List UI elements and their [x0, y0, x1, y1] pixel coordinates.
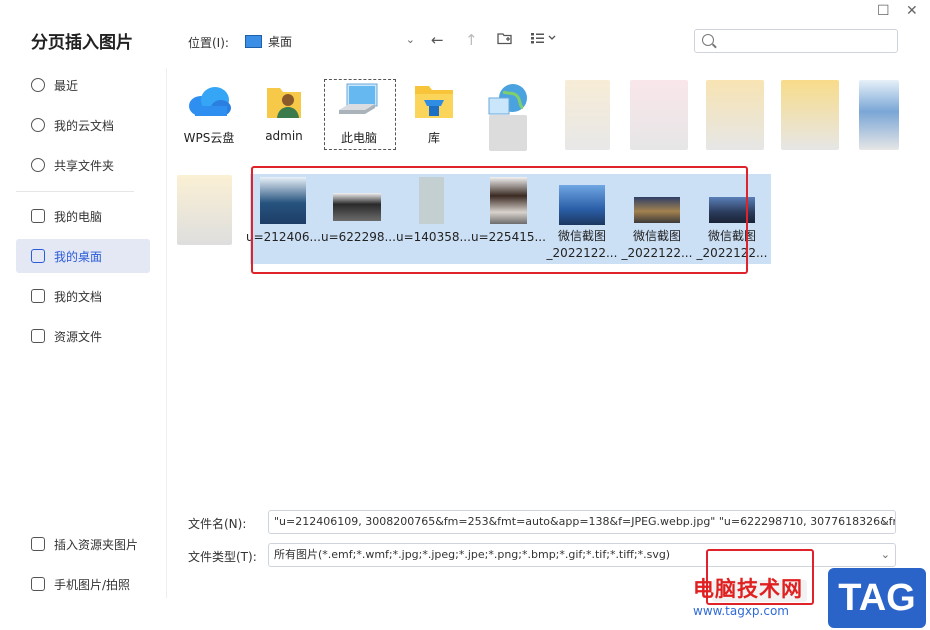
- chevron-down-icon: ⌄: [405, 33, 415, 46]
- blurred-item: [489, 115, 527, 151]
- item-label: 此电脑: [340, 131, 377, 145]
- phone-image-icon: [31, 577, 45, 591]
- blurred-item: [565, 80, 610, 150]
- sidebar-item-label: 我的桌面: [54, 249, 103, 264]
- blurred-item: [706, 80, 764, 150]
- user-folder-icon: [267, 88, 301, 118]
- grid-item-library[interactable]: 库: [399, 80, 469, 146]
- watermark-url: www.tagxp.com: [693, 604, 789, 618]
- blurred-item: [781, 80, 839, 150]
- folder-icon: [31, 329, 45, 343]
- up-arrow-icon[interactable]: ↑: [465, 31, 478, 49]
- search-icon: [702, 34, 714, 46]
- dialog-title: 分页插入图片: [31, 33, 133, 53]
- item-label: admin: [265, 129, 303, 143]
- desktop-icon: [31, 249, 45, 263]
- close-icon[interactable]: ✕: [906, 3, 918, 19]
- sidebar-item-label: 最近: [54, 78, 79, 93]
- clock-icon: [31, 78, 45, 92]
- sidebar-divider: [16, 191, 134, 192]
- grid-item-wps-cloud[interactable]: WPS云盘: [174, 80, 244, 146]
- sidebar-item-label: 我的云文档: [54, 118, 115, 133]
- sidebar-item-label: 我的文档: [54, 289, 103, 304]
- chevron-down-icon: ⌄: [880, 548, 890, 561]
- sidebar-item-label: 插入资源夹图片: [54, 537, 139, 552]
- sidebar-item-resource-files[interactable]: 资源文件: [16, 319, 150, 353]
- sidebar-item-recent[interactable]: 最近: [16, 68, 150, 102]
- phone-image-button[interactable]: 手机图片/拍照: [16, 567, 150, 601]
- filetype-value: 所有图片(*.emf;*.wmf;*.jpg;*.jpeg;*.jpe;*.pn…: [274, 548, 671, 561]
- pane-divider: [166, 68, 167, 598]
- watermark-text: 电脑技术网: [693, 577, 803, 601]
- filename-field[interactable]: "u=212406109, 3008200765&fm=253&fmt=auto…: [268, 510, 896, 534]
- sidebar-item-shared-folder[interactable]: 共享文件夹: [16, 148, 150, 182]
- library-folder-icon: [415, 86, 453, 118]
- cloud-icon: [31, 118, 45, 132]
- view-mode-icon[interactable]: [530, 31, 558, 49]
- chevron-down-icon: ⌄: [880, 515, 890, 528]
- insert-resource-folder-image-button[interactable]: 插入资源夹图片: [16, 527, 150, 561]
- folder-icon: [31, 289, 45, 303]
- location-value: 桌面: [268, 34, 293, 49]
- blurred-item: [859, 80, 899, 150]
- highlight-box: [251, 166, 748, 274]
- sidebar-item-label: 共享文件夹: [54, 158, 115, 173]
- monitor-icon: [31, 209, 45, 223]
- location-label: 位置(I):: [188, 36, 229, 50]
- blurred-item: [630, 80, 688, 150]
- sidebar-item-my-desktop[interactable]: 我的桌面: [16, 239, 150, 273]
- item-label: WPS云盘: [183, 131, 235, 145]
- location-select[interactable]: 桌面 ⌄: [241, 29, 419, 53]
- sidebar-item-label: 我的电脑: [54, 209, 103, 224]
- grid-item-this-pc[interactable]: 此电脑: [324, 80, 394, 146]
- share-icon: [31, 158, 45, 172]
- new-folder-icon[interactable]: [497, 31, 513, 49]
- search-input[interactable]: [694, 29, 898, 53]
- desktop-icon: [245, 34, 262, 48]
- blurred-item: [177, 175, 232, 245]
- wps-cloud-icon: [189, 87, 231, 116]
- back-arrow-icon[interactable]: ←: [431, 31, 444, 49]
- maximize-icon[interactable]: ☐: [877, 3, 890, 19]
- watermark-tag-logo: TAG: [828, 568, 926, 628]
- sidebar-item-label: 资源文件: [54, 329, 103, 344]
- grid-item-admin[interactable]: admin: [249, 80, 319, 143]
- filename-label: 文件名(N):: [188, 517, 247, 531]
- filename-value: "u=212406109, 3008200765&fm=253&fmt=auto…: [274, 515, 895, 528]
- folder-image-icon: [31, 537, 45, 551]
- sidebar-item-label: 手机图片/拍照: [54, 577, 131, 592]
- filetype-label: 文件类型(T):: [188, 550, 257, 564]
- sidebar-item-my-documents[interactable]: 我的文档: [16, 279, 150, 313]
- computer-icon: [339, 83, 378, 114]
- sidebar-item-my-computer[interactable]: 我的电脑: [16, 199, 150, 233]
- sidebar-item-cloud-docs[interactable]: 我的云文档: [16, 108, 150, 142]
- item-label: 库: [427, 131, 440, 145]
